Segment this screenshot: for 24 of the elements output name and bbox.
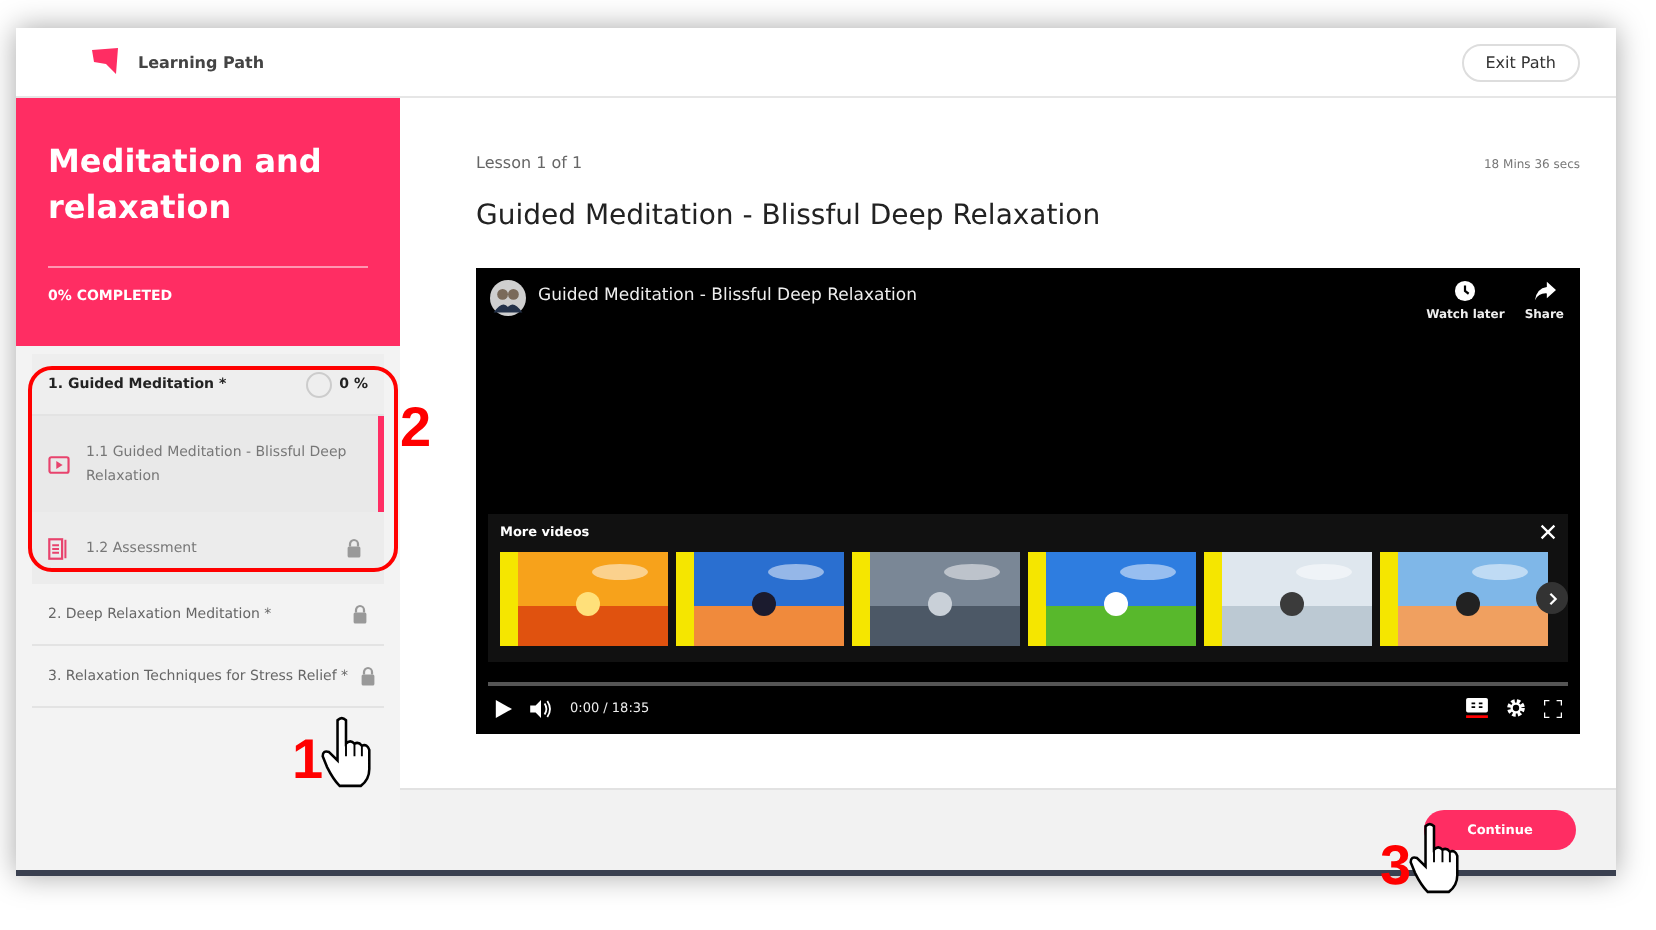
step-number: 2	[400, 400, 432, 456]
clock-icon	[1454, 280, 1477, 302]
share-arrow-icon	[1533, 280, 1556, 302]
flag-logo-icon	[92, 48, 120, 76]
chevron-right-icon	[1545, 591, 1559, 605]
next-arrow-button[interactable]	[1536, 582, 1568, 614]
lesson-counter: Lesson 1 of 1	[476, 154, 583, 172]
play-video-icon	[48, 455, 70, 473]
step-number: 1	[292, 732, 324, 788]
course-title: Meditation and relaxation	[48, 140, 324, 230]
captions-icon[interactable]	[1466, 698, 1488, 718]
play-icon[interactable]	[494, 699, 512, 717]
settings-icon[interactable]	[1506, 698, 1526, 718]
fullscreen-icon[interactable]	[1544, 699, 1562, 717]
document-icon	[48, 537, 70, 559]
exit-path-button[interactable]: Exit Path	[1461, 43, 1580, 81]
volume-icon[interactable]	[530, 699, 552, 717]
video-title[interactable]: Guided Meditation - Blissful Deep Relaxation	[538, 286, 1411, 306]
app-title: Learning Path	[138, 53, 265, 71]
avatar-icon	[490, 280, 526, 316]
lesson-title: Guided Meditation - Blissful Deep Relaxation	[476, 200, 1103, 232]
hand-cursor-icon	[319, 716, 372, 788]
close-icon[interactable]	[1540, 524, 1556, 540]
progress-ring-icon	[305, 371, 332, 397]
